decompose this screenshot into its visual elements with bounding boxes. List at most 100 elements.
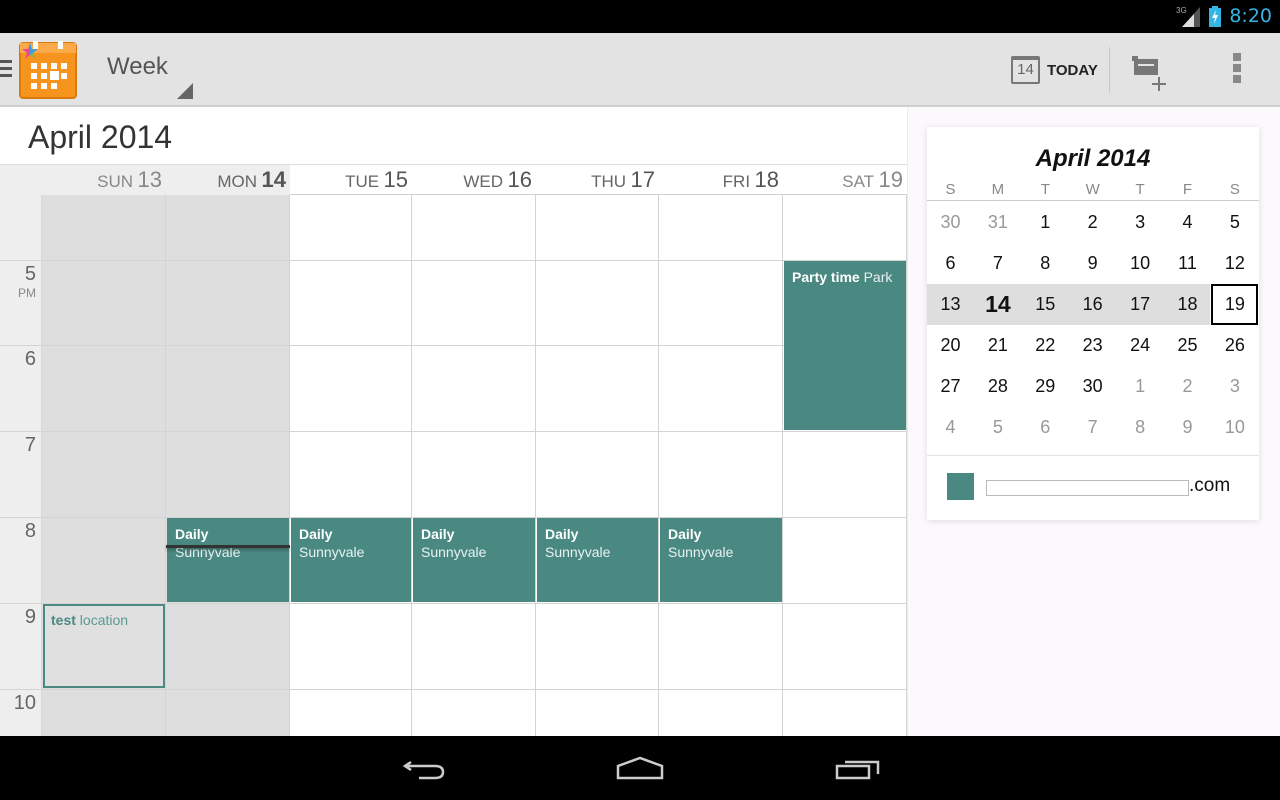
mini-day-cell[interactable]: 27 xyxy=(927,366,974,407)
mini-day-cell[interactable]: 9 xyxy=(1164,407,1211,448)
mini-day-cell[interactable]: 19 xyxy=(1211,284,1259,325)
action-bar-divider xyxy=(1109,47,1110,93)
mini-day-cell[interactable]: 21 xyxy=(974,325,1021,366)
sidebar: April 2014 SMTWTFS 30 31 1 2 3 4 5 6 7 8 9 10 11 12 13… xyxy=(907,107,1280,736)
mini-day-cell[interactable]: 12 xyxy=(1211,243,1258,284)
back-icon[interactable] xyxy=(395,750,455,786)
mini-day-cell[interactable]: 29 xyxy=(1022,366,1069,407)
mini-day-cell[interactable]: 4 xyxy=(927,407,974,448)
event-title: test xyxy=(51,612,76,628)
mini-day-cell[interactable]: 8 xyxy=(1022,243,1069,284)
day-header-thu[interactable]: THU 17 xyxy=(536,167,659,195)
mini-dow-label: T xyxy=(1135,181,1145,198)
event-location: Park xyxy=(863,269,893,285)
mini-day-cell[interactable]: 14 xyxy=(974,284,1021,325)
day-header-sun[interactable]: SUN 13 xyxy=(42,167,166,195)
mini-day-cell[interactable]: 16 xyxy=(1069,284,1116,325)
mini-day-cell[interactable]: 3 xyxy=(1211,366,1258,407)
redacted-account-name xyxy=(986,480,1189,496)
network-type: 3G xyxy=(1176,6,1187,15)
day-of-week: THU xyxy=(591,172,627,191)
navigation-bar xyxy=(0,736,1280,800)
event-block[interactable]: Daily Sunnyvale xyxy=(660,518,782,602)
mini-day-cell[interactable]: 3 xyxy=(1117,202,1164,243)
account-email-suffix: .com xyxy=(1189,475,1231,496)
mini-day-cell[interactable]: 7 xyxy=(1069,407,1116,448)
mini-day-cell[interactable]: 1 xyxy=(1117,366,1164,407)
mini-day-cell[interactable]: 15 xyxy=(1022,284,1069,325)
mini-day-cell[interactable]: 1 xyxy=(1022,202,1069,243)
day-column[interactable] xyxy=(166,195,290,736)
mini-day-cell[interactable]: 2 xyxy=(1069,202,1116,243)
mini-day-cell[interactable]: 4 xyxy=(1164,202,1211,243)
week-view: April 2014 SUN 13 MON 14 TUE 15 WED 16 THU 1… xyxy=(0,107,907,736)
mini-day-cell[interactable]: 18 xyxy=(1164,284,1211,325)
mini-dow-label: S xyxy=(1229,181,1240,198)
calendar-color-swatch[interactable] xyxy=(947,473,974,500)
day-column[interactable] xyxy=(536,195,659,736)
event-block[interactable]: test location xyxy=(43,604,165,688)
event-block[interactable]: Daily Sunnyvale xyxy=(413,518,535,602)
day-header-fri[interactable]: FRI 18 xyxy=(659,167,783,195)
mini-day-cell[interactable]: 26 xyxy=(1211,325,1258,366)
mini-day-cell[interactable]: 22 xyxy=(1022,325,1069,366)
new-event-icon[interactable] xyxy=(1128,53,1176,93)
mini-day-cell[interactable]: 31 xyxy=(974,202,1021,243)
hour-label: 7 xyxy=(24,434,36,456)
mini-day-cell[interactable]: 24 xyxy=(1117,325,1164,366)
mini-day-cell[interactable]: 7 xyxy=(974,243,1021,284)
mini-day-cell[interactable]: 10 xyxy=(1117,243,1164,284)
calendar-app-icon[interactable] xyxy=(19,41,77,99)
day-column[interactable] xyxy=(290,195,412,736)
event-location: location xyxy=(79,612,129,628)
mini-day-cell[interactable]: 2 xyxy=(1164,366,1211,407)
day-column[interactable] xyxy=(412,195,536,736)
event-title: Daily xyxy=(299,526,333,542)
day-number: 14 xyxy=(261,167,286,192)
time-grid[interactable]: 5 PM 6 7 8 9 10 Party time Park Daily Sunnyvale D… xyxy=(0,195,907,736)
status-time: 8:20 xyxy=(1229,5,1272,27)
day-of-week: WED xyxy=(463,172,504,191)
day-header-mon[interactable]: MON 14 xyxy=(166,167,290,195)
mini-day-cell[interactable]: 6 xyxy=(927,243,974,284)
mini-month-title: April 2014 xyxy=(1035,145,1151,172)
day-header-tue[interactable]: TUE 15 xyxy=(290,167,412,195)
calendar-account-row[interactable]: .com xyxy=(927,456,1259,520)
day-number: 17 xyxy=(630,167,655,192)
event-block[interactable]: Daily Sunnyvale xyxy=(537,518,658,602)
mini-day-cell[interactable]: 5 xyxy=(1211,202,1258,243)
home-icon[interactable] xyxy=(610,750,670,786)
event-block[interactable]: Party time Park xyxy=(784,261,906,430)
view-selector-label: Week xyxy=(107,53,168,80)
mini-day-cell[interactable]: 10 xyxy=(1211,407,1258,448)
mini-week-row: 6 7 8 9 10 11 12 xyxy=(927,243,1259,284)
mini-day-cell[interactable]: 6 xyxy=(1022,407,1069,448)
mini-day-cell[interactable]: 5 xyxy=(974,407,1021,448)
mini-day-cell[interactable]: 30 xyxy=(927,202,974,243)
battery-charging-icon xyxy=(1209,6,1221,27)
mini-day-cell[interactable]: 8 xyxy=(1117,407,1164,448)
mini-day-cell[interactable]: 9 xyxy=(1069,243,1116,284)
mini-day-cell[interactable]: 23 xyxy=(1069,325,1116,366)
mini-day-cell[interactable]: 13 xyxy=(927,284,974,325)
mini-day-cell[interactable]: 28 xyxy=(974,366,1021,407)
event-block[interactable]: Daily Sunnyvale xyxy=(167,518,289,602)
day-column[interactable] xyxy=(659,195,783,736)
event-location: Sunnyvale xyxy=(299,544,365,560)
mini-day-cell[interactable]: 17 xyxy=(1117,284,1164,325)
day-header-wed[interactable]: WED 16 xyxy=(412,167,536,195)
mini-day-cell[interactable]: 30 xyxy=(1069,366,1116,407)
overflow-menu-icon[interactable] xyxy=(1226,53,1248,87)
day-header-row: SUN 13 MON 14 TUE 15 WED 16 THU 17 FRI 18 SAT … xyxy=(0,164,907,195)
day-header-sat[interactable]: SAT 19 xyxy=(783,167,907,195)
view-selector[interactable]: Week xyxy=(107,53,195,101)
mini-day-cell[interactable]: 20 xyxy=(927,325,974,366)
event-block[interactable]: Daily Sunnyvale xyxy=(291,518,411,602)
recent-apps-icon[interactable] xyxy=(828,750,888,786)
mini-day-cell[interactable]: 11 xyxy=(1164,243,1211,284)
event-title: Daily xyxy=(175,526,209,542)
today-button[interactable]: 14 TODAY xyxy=(1005,47,1105,93)
mini-dow-label: W xyxy=(1085,181,1100,198)
drawer-icon[interactable] xyxy=(0,60,12,78)
mini-day-cell[interactable]: 25 xyxy=(1164,325,1211,366)
